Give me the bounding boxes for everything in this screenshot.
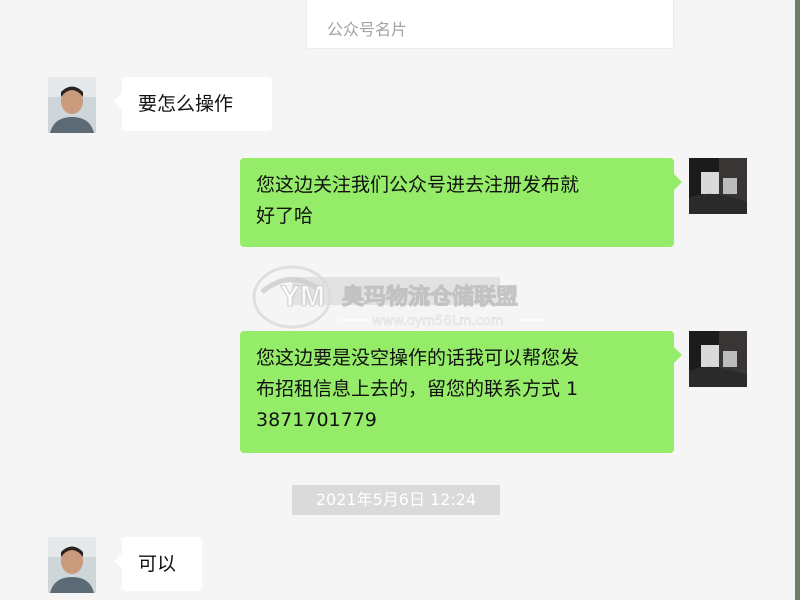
official-account-card[interactable]: 公众号名片 <box>306 0 674 49</box>
message-text: 要怎么操作 <box>138 93 234 115</box>
watermark-logo-text: YM <box>280 280 325 313</box>
message-text-line: 好了哈 <box>256 205 314 227</box>
card-label: 公众号名片 <box>327 20 408 39</box>
avatar-icon <box>689 331 747 387</box>
own-avatar[interactable] <box>689 158 747 214</box>
contact-avatar[interactable] <box>48 537 96 593</box>
message-text: 可以 <box>138 553 177 575</box>
timestamp: 2021年5月6日 12:24 <box>292 485 500 515</box>
message-bubble-sent[interactable]: 您这边关注我们公众号进去注册发布就 好了哈 <box>240 158 682 247</box>
message-bubble-sent[interactable]: 您这边要是没空操作的话我可以帮您发 布招租信息上去的，留您的联系方式 1 387… <box>240 331 682 453</box>
watermark-logo: YM 奥玛物流仓储联盟 www.oym56Lm.com <box>250 262 550 332</box>
message-bubble-received[interactable]: 要怎么操作 <box>114 77 272 131</box>
chat-panel: 公众号名片 要怎么操作 您这边关注我们公众号进去注册发布就 好了哈 YM 奥玛物… <box>0 0 795 600</box>
watermark-name: 奥玛物流仓储联盟 <box>342 284 518 310</box>
watermark-url: www.oym56Lm.com <box>372 314 504 329</box>
message-text-line: 您这边关注我们公众号进去注册发布就 <box>256 174 580 196</box>
message-text-line: 您这边要是没空操作的话我可以帮您发 <box>256 347 580 369</box>
window-edge <box>795 0 800 600</box>
avatar-icon <box>689 158 747 214</box>
own-avatar[interactable] <box>689 331 747 387</box>
message-bubble-received[interactable]: 可以 <box>114 537 202 591</box>
message-text-line: 3871701779 <box>256 409 377 431</box>
avatar-icon <box>48 537 96 593</box>
contact-avatar[interactable] <box>48 77 96 133</box>
avatar-icon <box>48 77 96 133</box>
message-text-line: 布招租信息上去的，留您的联系方式 1 <box>256 378 579 400</box>
